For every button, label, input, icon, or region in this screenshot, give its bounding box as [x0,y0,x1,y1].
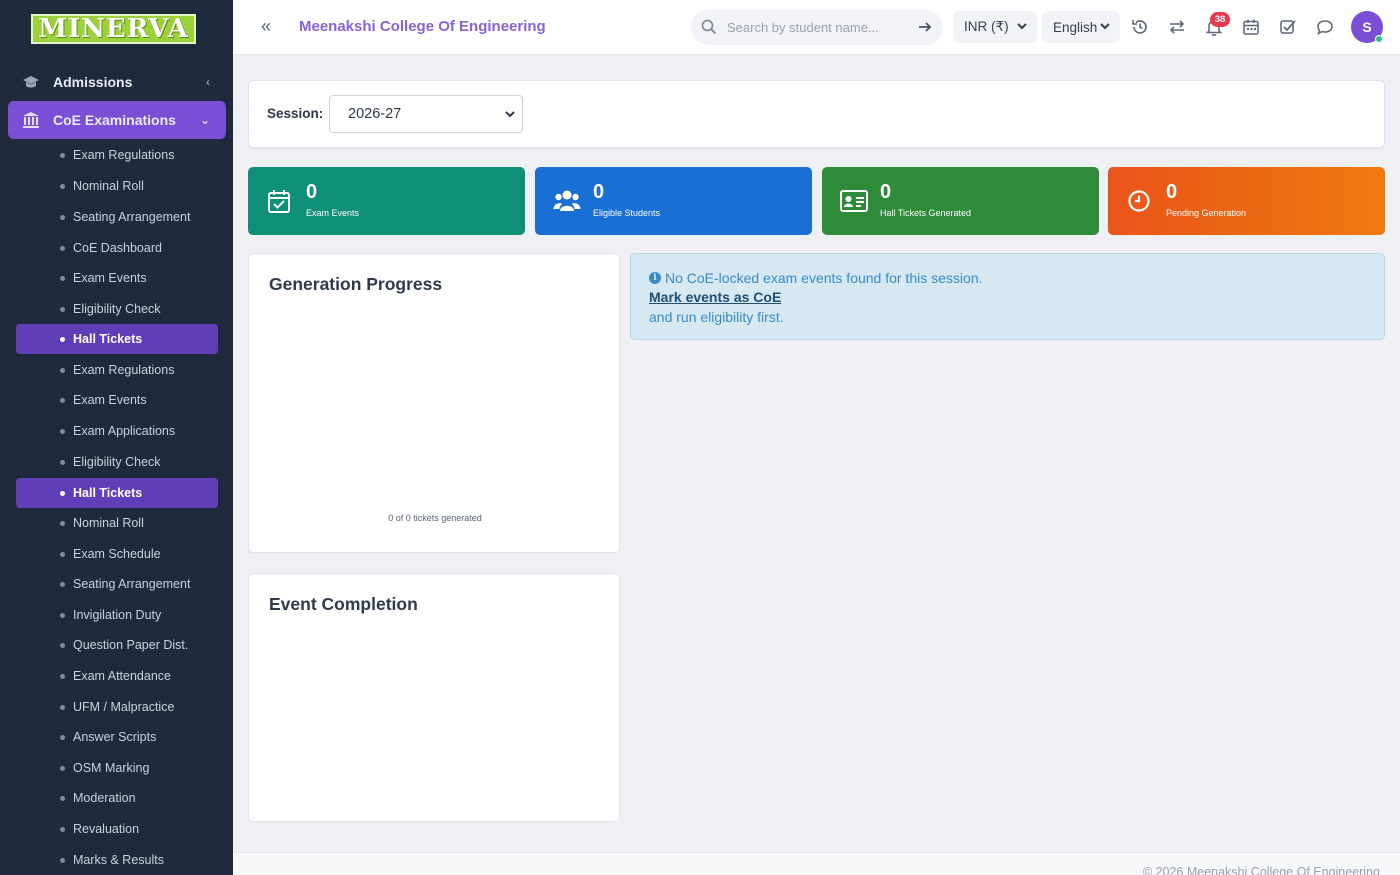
generation-progress-panel: Generation Progress 0 of 0 tickets gener… [248,253,620,553]
subitem-coe-dashboard[interactable]: CoE Dashboard [16,233,218,263]
logo-text: MINERVA [38,14,189,44]
subitem-exam-schedule[interactable]: Exam Schedule [16,539,218,569]
arrow-right-icon[interactable] [917,19,933,40]
chevron-down-icon: ⌄ [199,113,210,127]
stat-value: 0 [880,181,892,203]
subitem-question-paper-dist[interactable]: Question Paper Dist. [16,630,218,660]
subitem-answer-scripts[interactable]: Answer Scripts [16,722,218,752]
subitem-osm-marking[interactable]: OSM Marking [16,753,218,783]
student-search[interactable]: Search by student name... [691,10,943,45]
online-status-dot [1375,35,1383,43]
subitem-nominal-roll[interactable]: Nominal Roll [16,171,218,201]
currency-select[interactable]: INR (₹) [953,11,1037,43]
footer: © 2026 Meenakshi College Of Engineering [233,852,1400,875]
id-card-icon [840,188,868,214]
info-alert: i No CoE-locked exam events found for th… [630,253,1385,340]
subitem-seating-arrangement-2[interactable]: Seating Arrangement [16,569,218,599]
chevron-down-icon [1099,20,1111,35]
stat-card-exam-events: 0 Exam Events [248,167,525,235]
calendar-check-icon [266,188,292,214]
subitem-exam-regulations-2[interactable]: Exam Regulations [16,355,218,385]
panel-title: Event Completion [269,594,418,614]
stat-label: Pending Generation [1166,208,1247,218]
college-name: Meenakshi College Of Engineering [299,18,546,35]
clock-icon [1126,188,1152,214]
subitem-exam-attendance[interactable]: Exam Attendance [16,661,218,691]
subitem-exam-events[interactable]: Exam Events [16,263,218,293]
nav-coe-label: CoE Examinations [53,112,176,128]
session-select[interactable]: 2026-27 [329,95,523,133]
search-input[interactable]: Search by student name... [727,20,879,35]
info-icon: i [649,272,661,284]
subitem-exam-regulations[interactable]: Exam Regulations [16,140,218,170]
subitem-eligibility-check[interactable]: Eligibility Check [16,294,218,324]
notification-badge: 38 [1210,12,1230,27]
chevron-left-icon: ‹ [206,75,210,89]
subitem-eligibility-check-2[interactable]: Eligibility Check [16,447,218,477]
stat-card-eligible-students: 0 Eligible Students [535,167,812,235]
stat-value: 0 [1166,181,1178,203]
institution-icon [22,111,40,129]
logo[interactable]: MINERVA [31,14,196,44]
search-icon [701,19,717,40]
swap-icon[interactable] [1168,18,1188,38]
event-completion-panel: Event Completion [248,573,620,822]
calendar-icon[interactable] [1242,18,1262,38]
stat-label: Hall Tickets Generated [880,208,972,218]
alert-message: No CoE-locked exam events found for this… [665,270,983,286]
subitem-hall-tickets-2[interactable]: Hall Tickets [16,478,218,508]
subitem-exam-events-2[interactable]: Exam Events [16,385,218,415]
chevron-down-icon [1016,20,1028,35]
mark-events-link[interactable]: Mark events as CoE [649,289,781,305]
stat-card-hall-tickets-generated: 0 Hall Tickets Generated [822,167,1099,235]
alert-suffix: and run eligibility first. [649,309,784,325]
stat-label: Exam Events [306,208,360,218]
session-card: Session: 2026-27 [248,80,1385,148]
graduation-cap-icon [22,73,40,91]
subitem-hall-tickets[interactable]: Hall Tickets [16,324,218,354]
task-check-icon[interactable] [1279,18,1299,38]
nav-coe-examinations[interactable]: CoE Examinations ⌄ [8,101,226,139]
history-icon[interactable] [1131,18,1151,38]
users-icon [553,188,581,214]
subitem-moderation[interactable]: Moderation [16,783,218,813]
subitem-ufm-malpractice[interactable]: UFM / Malpractice [16,692,218,722]
subitem-invigilation-duty[interactable]: Invigilation Duty [16,600,218,630]
footer-copyright: © 2026 Meenakshi College Of Engineering [1142,865,1380,875]
subitem-nominal-roll-2[interactable]: Nominal Roll [16,508,218,538]
tickets-generated-caption: 0 of 0 tickets generated [388,513,482,523]
session-label: Session: [267,106,324,121]
chat-icon[interactable] [1316,18,1336,38]
collapse-sidebar-icon[interactable]: « [261,17,279,37]
language-select[interactable]: English [1042,11,1120,43]
stat-card-pending-generation: 0 Pending Generation [1108,167,1385,235]
stat-value: 0 [306,181,318,203]
sidebar: MINERVA Admissions ‹ CoE Examinations ⌄ … [0,0,233,875]
top-header: « Meenakshi College Of Engineering Searc… [233,0,1400,55]
nav-admissions[interactable]: Admissions ‹ [8,63,226,101]
subitem-marks-results[interactable]: Marks & Results [16,845,218,875]
panel-title: Generation Progress [269,274,443,294]
subitem-revaluation[interactable]: Revaluation [16,814,218,844]
nav-admissions-label: Admissions [53,74,133,90]
stat-value: 0 [593,181,605,203]
chevron-down-icon [504,108,516,124]
subitem-seating-arrangement[interactable]: Seating Arrangement [16,202,218,232]
stat-label: Eligible Students [593,208,661,218]
subitem-exam-applications[interactable]: Exam Applications [16,416,218,446]
